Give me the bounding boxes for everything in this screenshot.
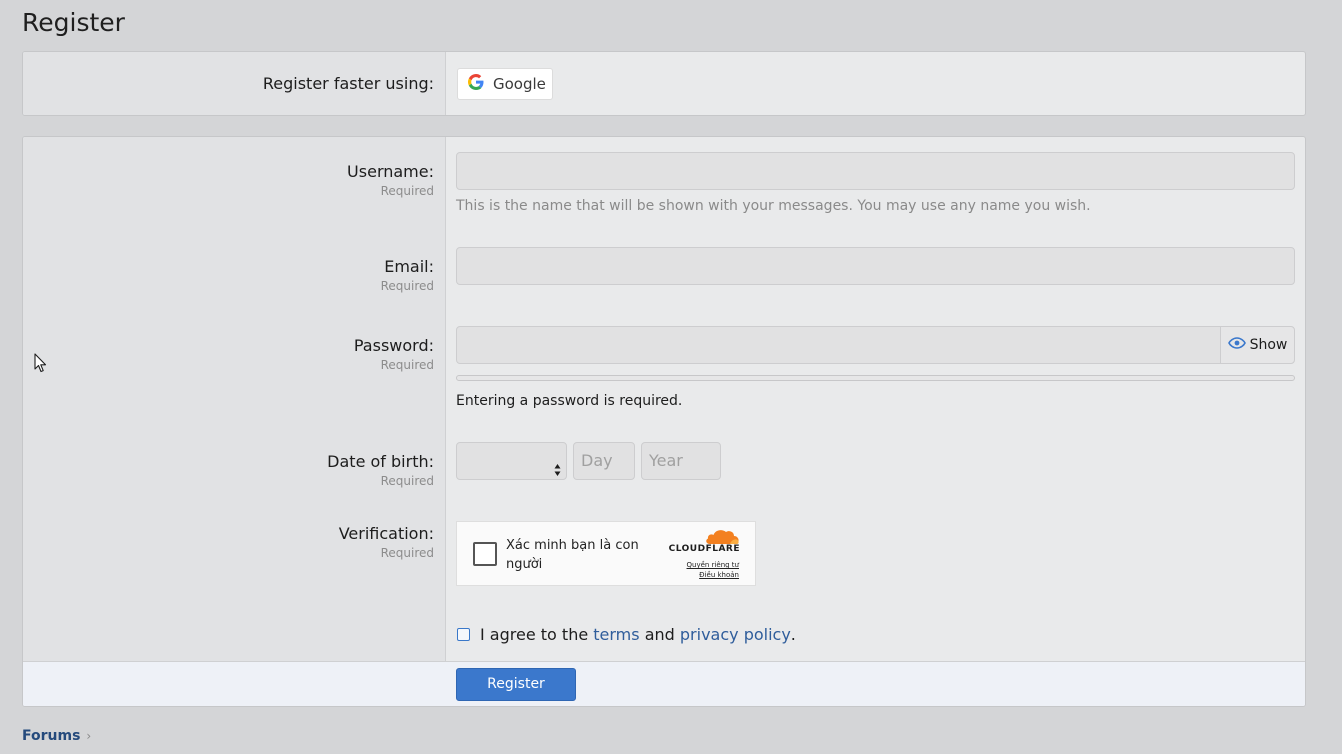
google-g-icon xyxy=(468,74,484,94)
fast-register-label: Register faster using: xyxy=(262,74,434,93)
mouse-cursor-icon xyxy=(34,353,48,378)
breadcrumb-forums-link[interactable]: Forums xyxy=(22,728,80,744)
agree-middle: and xyxy=(639,625,680,644)
cloudflare-brand: CLOUDFLARE xyxy=(668,544,740,554)
agree-suffix: . xyxy=(790,625,796,644)
agree-prefix: I agree to the xyxy=(480,625,594,644)
breadcrumb: Forums › xyxy=(22,728,91,744)
label-column: Username: Required Email: Required Passw… xyxy=(23,137,446,706)
dob-day-input[interactable]: Day xyxy=(573,442,635,480)
fast-register-block: Register faster using: Google xyxy=(22,51,1306,116)
form-submit-row: Register xyxy=(23,661,1305,706)
username-required: Required xyxy=(380,184,434,198)
password-input[interactable] xyxy=(457,327,1221,363)
show-password-button[interactable]: Show xyxy=(1220,327,1294,363)
chevron-right-icon: › xyxy=(86,729,92,743)
verify-human-text: Xác minh bạn là con người xyxy=(506,538,639,572)
cloudflare-links: Quyền riêng tư Điều khoản xyxy=(687,560,739,580)
privacy-policy-link[interactable]: privacy policy xyxy=(680,625,791,644)
verify-human-checkbox[interactable] xyxy=(473,542,497,566)
username-label: Username: xyxy=(347,162,434,181)
password-field: Show xyxy=(456,326,1295,364)
select-arrows-icon xyxy=(554,454,561,490)
eye-icon xyxy=(1227,337,1246,353)
page-title: Register xyxy=(22,8,125,37)
show-password-label: Show xyxy=(1249,337,1288,353)
email-input[interactable] xyxy=(456,247,1295,285)
password-required: Required xyxy=(380,358,434,372)
cloudflare-verification-widget: Xác minh bạn là con người CLOUDFLARE Quy… xyxy=(456,521,756,586)
dob-year-input[interactable]: Year xyxy=(641,442,721,480)
google-button-label: Google xyxy=(493,75,546,93)
cloudflare-privacy-link[interactable]: Quyền riêng tư xyxy=(687,560,739,570)
verification-required: Required xyxy=(380,546,434,560)
username-hint: This is the name that will be shown with… xyxy=(456,198,1091,214)
google-register-button[interactable]: Google xyxy=(457,68,553,100)
agree-row: I agree to the terms and privacy policy … xyxy=(457,625,796,644)
register-button[interactable]: Register xyxy=(456,668,576,701)
dob-required: Required xyxy=(380,474,434,488)
cloudflare-terms-link[interactable]: Điều khoản xyxy=(687,570,739,580)
verification-label: Verification: xyxy=(338,524,434,543)
agree-checkbox[interactable] xyxy=(457,628,470,641)
email-required: Required xyxy=(380,279,434,293)
password-label: Password: xyxy=(353,336,434,355)
dob-label: Date of birth: xyxy=(327,452,434,471)
terms-link[interactable]: terms xyxy=(593,625,639,644)
label-column: Register faster using: xyxy=(23,52,446,115)
password-message: Entering a password is required. xyxy=(456,393,683,409)
dob-month-select[interactable] xyxy=(456,442,567,480)
email-label: Email: xyxy=(384,257,434,276)
register-form: Username: Required Email: Required Passw… xyxy=(22,136,1306,707)
password-strength-meter xyxy=(456,375,1295,381)
username-input[interactable] xyxy=(456,152,1295,190)
